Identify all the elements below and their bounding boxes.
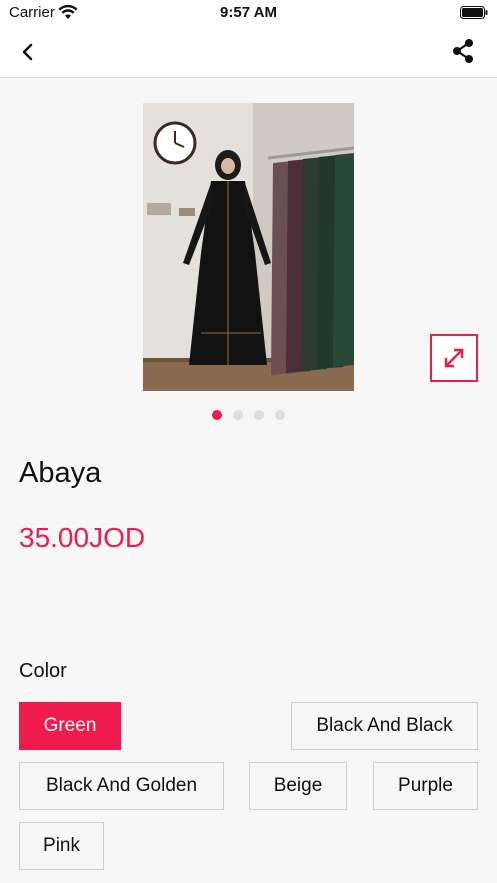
color-option-beige[interactable]: Beige	[249, 762, 347, 810]
gallery-dot-4[interactable]	[275, 410, 285, 420]
color-option-black-and-black[interactable]: Black And Black	[291, 702, 478, 750]
color-option-black-and-golden[interactable]: Black And Golden	[19, 762, 224, 810]
expand-arrows-icon	[444, 348, 464, 368]
gallery-dot-2[interactable]	[233, 410, 243, 420]
product-title: Abaya	[19, 457, 102, 489]
product-photo	[143, 103, 354, 391]
gallery-dot-3[interactable]	[254, 410, 264, 420]
chevron-left-icon[interactable]	[14, 38, 42, 66]
color-option-pink[interactable]: Pink	[19, 822, 104, 870]
expand-image-button[interactable]	[430, 334, 478, 382]
product-image[interactable]	[143, 103, 354, 391]
battery-icon	[460, 6, 488, 19]
color-option-purple[interactable]: Purple	[373, 762, 478, 810]
navigation-bar	[0, 26, 497, 78]
clock: 9:57 AM	[220, 4, 277, 21]
status-bar: Carrier 9:57 AM	[0, 0, 497, 26]
gallery-dot-1[interactable]	[212, 410, 222, 420]
share-icon[interactable]	[449, 37, 477, 65]
color-section-label: Color	[19, 660, 67, 682]
product-price: 35.00JOD	[19, 522, 146, 553]
color-option-green[interactable]: Green	[19, 702, 121, 750]
gallery-page-indicator	[212, 410, 285, 420]
